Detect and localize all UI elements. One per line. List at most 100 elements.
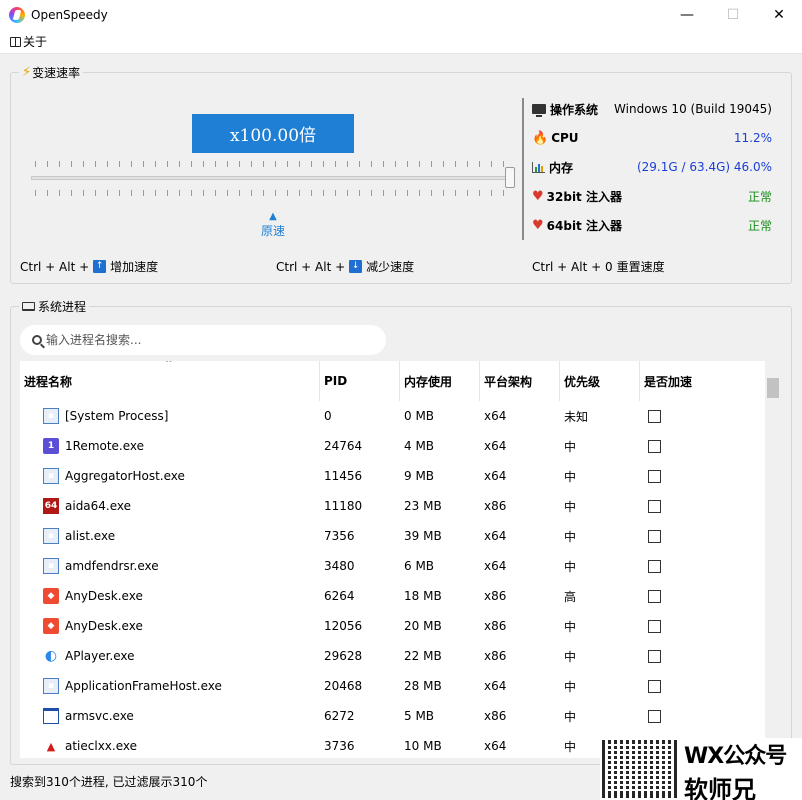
search-icon	[32, 335, 42, 345]
table-row[interactable]: ▪ [System Process] 0 0 MB x64 未知	[20, 401, 765, 431]
monitor-icon	[532, 104, 546, 117]
arrow-down-icon: ↓	[349, 260, 363, 273]
table-row[interactable]: 1 1Remote.exe 24764 4 MB x64 中	[20, 431, 765, 461]
hotkey-reset: Ctrl + Alt + 0 重置速度	[532, 258, 665, 275]
speed-group-title: 变速速率	[32, 66, 81, 80]
accelerate-checkbox[interactable]	[648, 589, 661, 603]
anydesk-icon: ◆	[43, 588, 59, 604]
cell-memory: 28 MB	[404, 679, 442, 693]
accelerate-checkbox[interactable]	[648, 619, 661, 633]
process-search[interactable]	[20, 325, 386, 355]
column-header-arch[interactable]: 平台架构	[480, 361, 560, 401]
cell-name: ▪ ApplicationFrameHost.exe	[20, 671, 320, 701]
accelerate-checkbox[interactable]	[648, 679, 661, 693]
column-header-name-label: 进程名称	[24, 374, 73, 389]
app-logo-icon	[9, 7, 25, 23]
hotkey-decrease-label: 减少速度	[366, 260, 415, 274]
cell-accelerate	[640, 491, 765, 521]
cell-arch: x64	[484, 679, 507, 693]
cell-accelerate	[640, 641, 765, 671]
frame-icon	[43, 708, 59, 724]
hotkey-reset-prefix: Ctrl + Alt + 0	[532, 259, 613, 274]
cell-pid: 20468	[324, 679, 363, 693]
reset-speed-marker[interactable]: ▲ 原速	[255, 210, 291, 238]
cell-arch: x64	[484, 739, 507, 753]
bar-chart-icon	[532, 161, 545, 173]
cell-memory: 9 MB	[404, 469, 435, 483]
cell-arch: x86	[484, 619, 507, 633]
vertical-scrollbar[interactable]	[765, 361, 781, 758]
window-icon: ▪	[43, 468, 59, 484]
cell-arch: x64	[484, 439, 507, 453]
up-triangle-icon: ▲	[269, 211, 277, 222]
cell-name: armsvc.exe	[20, 701, 320, 731]
table-row[interactable]: ▪ alist.exe 7356 39 MB x64 中	[20, 521, 765, 551]
minimize-button[interactable]: —	[664, 0, 710, 30]
cell-memory: 0 MB	[404, 409, 435, 423]
window-icon: ▪	[43, 528, 59, 544]
table-row[interactable]: ▪ amdfendrsr.exe 3480 6 MB x64 中	[20, 551, 765, 581]
table-row[interactable]: armsvc.exe 6272 5 MB x86 中	[20, 701, 765, 731]
maximize-button[interactable]: ☐	[710, 0, 756, 30]
accelerate-checkbox[interactable]	[648, 709, 661, 723]
table-row[interactable]: 64 aida64.exe 11180 23 MB x86 中	[20, 491, 765, 521]
hotkey-increase-prefix: Ctrl + Alt +	[20, 259, 90, 274]
accelerate-checkbox[interactable]	[648, 409, 661, 423]
table-row[interactable]: ◆ AnyDesk.exe 6264 18 MB x86 高	[20, 581, 765, 611]
process-name: amdfendrsr.exe	[65, 559, 159, 573]
column-header-accelerate[interactable]: 是否加速	[640, 361, 765, 401]
table-row[interactable]: ▪ ApplicationFrameHost.exe 20468 28 MB x64 中	[20, 671, 765, 701]
cell-accelerate	[640, 461, 765, 491]
accelerate-checkbox[interactable]	[648, 649, 661, 663]
hotkey-increase: Ctrl + Alt + ↑ 增加速度	[20, 258, 158, 275]
scrollbar-thumb[interactable]	[767, 378, 779, 398]
status-bar: 搜索到310个进程, 已过滤展示310个	[10, 774, 208, 789]
column-header-memory[interactable]: 内存使用	[400, 361, 480, 401]
table-row[interactable]: ▪ AggregatorHost.exe 11456 9 MB x64 中	[20, 461, 765, 491]
process-name: ApplicationFrameHost.exe	[65, 679, 222, 693]
accelerate-checkbox[interactable]	[648, 529, 661, 543]
table-row[interactable]: ◆ AnyDesk.exe 12056 20 MB x86 中	[20, 611, 765, 641]
computer-icon	[22, 302, 35, 311]
cell-name: 1 1Remote.exe	[20, 431, 320, 461]
cell-memory: 39 MB	[404, 529, 442, 543]
sort-caret-icon: ^	[165, 361, 173, 369]
column-header-priority[interactable]: 优先级	[560, 361, 640, 401]
close-button[interactable]: ✕	[756, 0, 802, 30]
memory-label: 内存	[549, 160, 574, 175]
search-input[interactable]	[46, 333, 366, 347]
window-icon: ▪	[43, 408, 59, 424]
cell-priority: 中	[564, 439, 577, 454]
memory-value: (29.1G / 63.4G) 46.0%	[636, 160, 772, 174]
os-label: 操作系统	[550, 102, 599, 117]
accelerate-checkbox[interactable]	[648, 559, 661, 573]
cell-arch: x86	[484, 649, 507, 663]
cell-priority: 中	[564, 709, 577, 724]
accelerate-checkbox[interactable]	[648, 439, 661, 453]
column-header-name[interactable]: ^ 进程名称	[20, 361, 320, 401]
accelerate-checkbox[interactable]	[648, 469, 661, 483]
cell-accelerate	[640, 701, 765, 731]
cell-priority: 中	[564, 469, 577, 484]
cell-memory: 22 MB	[404, 649, 442, 663]
cell-name: ▪ AggregatorHost.exe	[20, 461, 320, 491]
process-name: AnyDesk.exe	[65, 589, 143, 603]
aplayer-icon: ◐	[44, 648, 58, 664]
injector32-status: 正常	[747, 189, 772, 204]
menu-item-about[interactable]: 关于	[10, 33, 47, 50]
speed-slider-track[interactable]	[31, 176, 515, 180]
speed-slider-thumb[interactable]	[505, 167, 515, 188]
cell-name: ▪ amdfendrsr.exe	[20, 551, 320, 581]
table-row[interactable]: ◐ APlayer.exe 29628 22 MB x86 中	[20, 641, 765, 671]
slider-ticks-top	[35, 161, 510, 168]
aida64-icon: 64	[43, 498, 59, 514]
column-header-pid[interactable]: PID	[320, 361, 400, 401]
amd-icon: ▲	[43, 738, 59, 754]
cell-accelerate	[640, 551, 765, 581]
cell-priority: 中	[564, 529, 577, 544]
cell-memory: 5 MB	[404, 709, 435, 723]
process-name: APlayer.exe	[65, 649, 135, 663]
cell-priority: 中	[564, 679, 577, 694]
cell-accelerate	[640, 401, 765, 431]
accelerate-checkbox[interactable]	[648, 499, 661, 513]
